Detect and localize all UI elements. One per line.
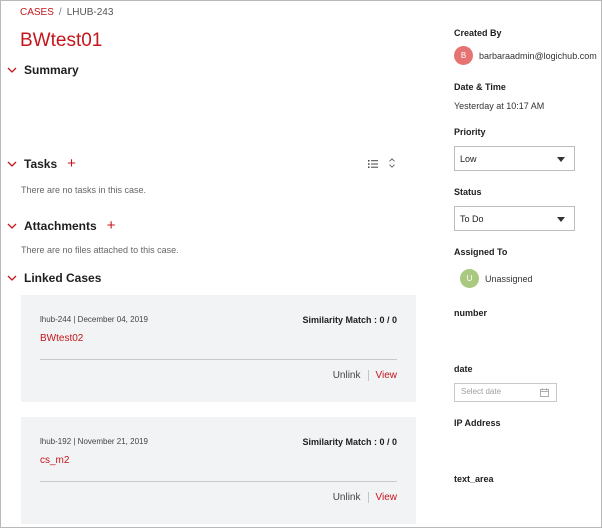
- priority-select[interactable]: Low: [454, 146, 575, 171]
- card-actions: Unlink View: [333, 492, 397, 503]
- linked-case-link[interactable]: BWtest02: [40, 333, 83, 344]
- expand-collapse-icon[interactable]: [387, 158, 397, 168]
- action-separator: [367, 370, 369, 381]
- unlink-button[interactable]: Unlink: [333, 370, 361, 381]
- similarity-match: Similarity Match : 0 / 0: [302, 437, 397, 447]
- date-input[interactable]: [461, 387, 533, 396]
- linked-cases-title: Linked Cases: [24, 271, 102, 285]
- status-label: Status: [454, 187, 482, 197]
- action-separator: [367, 492, 369, 503]
- linked-case-card: lhub-244 | December 04, 2019 Similarity …: [21, 295, 416, 402]
- assigned-to-value: Unassigned: [485, 273, 533, 284]
- breadcrumb-separator: /: [58, 7, 62, 18]
- view-button[interactable]: View: [376, 370, 398, 381]
- priority-label: Priority: [454, 127, 486, 137]
- card-actions: Unlink View: [333, 370, 397, 381]
- linked-case-link[interactable]: cs_m2: [40, 455, 69, 466]
- tasks-empty-message: There are no tasks in this case.: [21, 185, 147, 195]
- breadcrumb: CASES / LHUB-243: [20, 7, 113, 18]
- created-by-value: barbaraadmin@logichub.com: [479, 50, 597, 61]
- number-field-label: number: [454, 308, 488, 318]
- case-detail-page: CASES / LHUB-243 BWtest01 Summary Tasks + …: [0, 0, 602, 528]
- chevron-down-icon[interactable]: [6, 272, 18, 284]
- avatar: U: [460, 269, 479, 288]
- status-select[interactable]: To Do: [454, 206, 575, 231]
- date-picker[interactable]: [454, 383, 557, 402]
- breadcrumb-current: LHUB-243: [66, 7, 114, 18]
- linked-cases-section-header[interactable]: Linked Cases: [6, 271, 101, 285]
- text-area-label: text_area: [454, 474, 494, 484]
- date-time-value: Yesterday at 10:17 AM: [454, 101, 545, 111]
- date-field-label: date: [454, 364, 473, 374]
- status-value: To Do: [460, 214, 484, 224]
- chevron-down-icon[interactable]: [6, 158, 18, 170]
- unlink-button[interactable]: Unlink: [333, 492, 361, 503]
- attachments-title: Attachments: [24, 219, 97, 233]
- ip-address-label: IP Address: [454, 418, 501, 428]
- assignee-picker[interactable]: U Unassigned: [460, 269, 533, 288]
- attachments-section-header: Attachments +: [6, 218, 116, 233]
- add-task-button[interactable]: +: [67, 156, 76, 171]
- calendar-icon[interactable]: [540, 388, 549, 397]
- card-divider: [40, 359, 397, 360]
- chevron-down-icon[interactable]: [6, 220, 18, 232]
- view-button[interactable]: View: [376, 492, 398, 503]
- tasks-title: Tasks: [24, 157, 58, 171]
- chevron-down-icon[interactable]: [6, 64, 18, 76]
- linked-case-meta: lhub-244 | December 04, 2019: [40, 315, 148, 324]
- case-title: BWtest01: [20, 30, 103, 51]
- list-sort-icon[interactable]: [368, 159, 378, 169]
- attachments-empty-message: There are no files attached to this case…: [21, 245, 179, 255]
- linked-case-card: lhub-192 | November 21, 2019 Similarity …: [21, 417, 416, 524]
- priority-value: Low: [460, 154, 477, 164]
- created-by-user: B barbaraadmin@logichub.com: [454, 46, 597, 65]
- summary-title: Summary: [24, 63, 79, 77]
- breadcrumb-cases-link[interactable]: CASES: [20, 7, 54, 18]
- tasks-section-header: Tasks +: [6, 156, 76, 171]
- add-attachment-button[interactable]: +: [107, 218, 116, 233]
- avatar: B: [454, 46, 473, 65]
- created-by-label: Created By: [454, 28, 502, 38]
- card-divider: [40, 481, 397, 482]
- similarity-match: Similarity Match : 0 / 0: [302, 315, 397, 325]
- caret-down-icon: [557, 217, 565, 222]
- caret-down-icon: [557, 157, 565, 162]
- date-time-label: Date & Time: [454, 82, 506, 92]
- summary-section-header[interactable]: Summary: [6, 63, 79, 77]
- assigned-to-label: Assigned To: [454, 247, 508, 257]
- linked-case-meta: lhub-192 | November 21, 2019: [40, 437, 148, 446]
